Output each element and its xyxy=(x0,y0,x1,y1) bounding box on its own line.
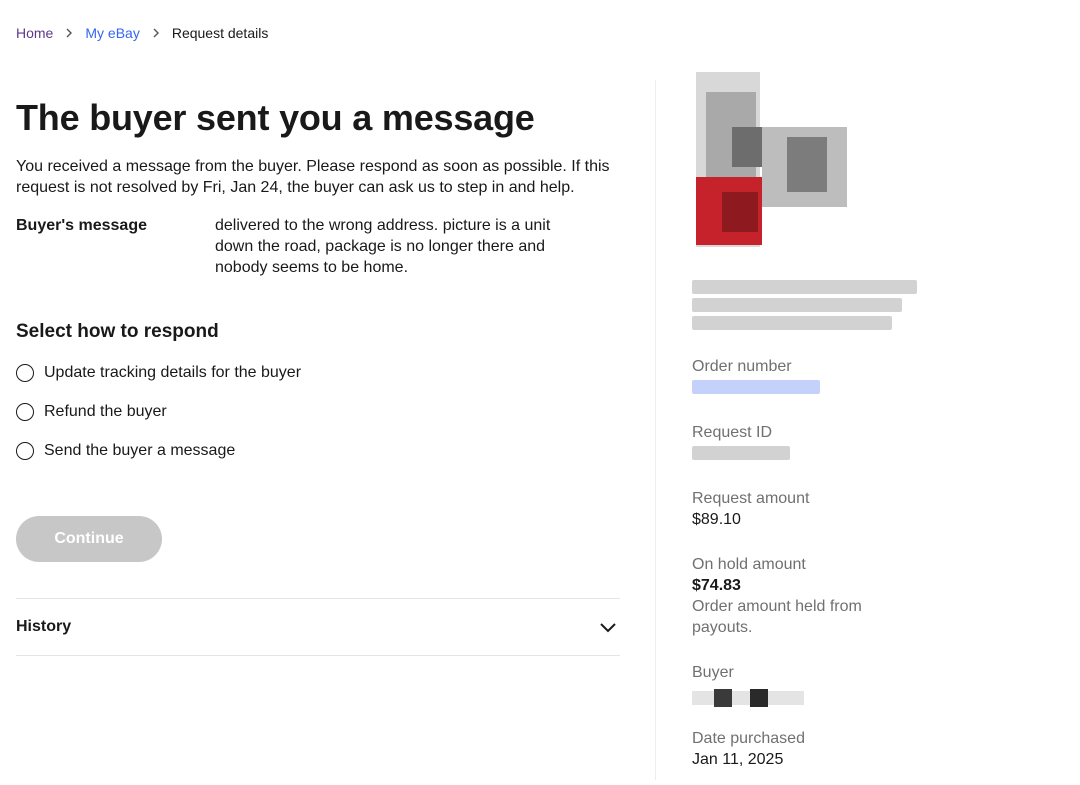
chevron-right-icon xyxy=(150,27,162,39)
radio-button[interactable] xyxy=(16,441,34,460)
buyer-label: Buyer xyxy=(692,664,734,681)
radio-button[interactable] xyxy=(16,363,34,382)
option-label: Refund the buyer xyxy=(44,402,167,420)
order-sidebar: Order number Request ID Request amount $… xyxy=(692,72,992,768)
on-hold-note: Order amount held from payouts. xyxy=(692,598,862,636)
request-id-label: Request ID xyxy=(692,424,773,441)
option-update-tracking[interactable]: Update tracking details for the buyer xyxy=(16,353,620,392)
buyer-section: Buyer xyxy=(692,662,807,713)
request-amount-label: Request amount xyxy=(692,490,810,507)
option-refund-buyer[interactable]: Refund the buyer xyxy=(16,392,620,431)
request-id-section: Request ID xyxy=(692,422,790,464)
buyer-message-text: delivered to the wrong address. picture … xyxy=(215,217,551,276)
option-label: Send the buyer a message xyxy=(44,441,236,459)
respond-section-title: Select how to respond xyxy=(16,321,219,342)
buyer-message-label: Buyer's message xyxy=(16,217,147,234)
order-number-link-redacted[interactable] xyxy=(692,380,820,394)
buyer-name-redacted[interactable] xyxy=(692,683,807,713)
breadcrumb-my-ebay-link[interactable]: My eBay xyxy=(85,25,139,41)
continue-button[interactable]: Continue xyxy=(16,516,162,562)
breadcrumb-current: Request details xyxy=(171,25,269,41)
order-number-label: Order number xyxy=(692,358,792,375)
chevron-down-icon[interactable] xyxy=(598,617,618,637)
breadcrumb-home-link[interactable]: Home xyxy=(16,25,53,41)
on-hold-value: $74.83 xyxy=(692,577,741,594)
page-title: The buyer sent you a message xyxy=(16,97,535,138)
date-purchased-section: Date purchased Jan 11, 2025 xyxy=(692,728,805,770)
column-divider xyxy=(655,80,656,780)
request-amount-section: Request amount $89.10 xyxy=(692,488,809,530)
date-purchased-label: Date purchased xyxy=(692,730,805,747)
intro-text: You received a message from the buyer. P… xyxy=(16,158,610,196)
item-thumbnail[interactable] xyxy=(692,72,852,247)
date-purchased-value: Jan 11, 2025 xyxy=(692,751,784,768)
option-label: Update tracking details for the buyer xyxy=(44,363,302,381)
respond-options: Update tracking details for the buyer Re… xyxy=(16,353,620,470)
on-hold-section: On hold amount $74.83 Order amount held … xyxy=(692,554,912,638)
on-hold-label: On hold amount xyxy=(692,556,806,573)
order-number-section: Order number xyxy=(692,356,820,398)
breadcrumb: Home My eBay Request details xyxy=(16,25,268,41)
radio-button[interactable] xyxy=(16,402,34,421)
main-content: The buyer sent you a message You receive… xyxy=(16,94,620,656)
history-accordion[interactable]: History xyxy=(16,598,620,656)
item-title-redacted[interactable] xyxy=(692,280,922,334)
request-amount-value: $89.10 xyxy=(692,511,741,528)
request-id-redacted xyxy=(692,446,790,460)
chevron-right-icon xyxy=(63,27,75,39)
option-send-message[interactable]: Send the buyer a message xyxy=(16,431,620,470)
buyer-message-row: Buyer's message delivered to the wrong a… xyxy=(16,215,620,278)
history-label: History xyxy=(16,618,72,635)
